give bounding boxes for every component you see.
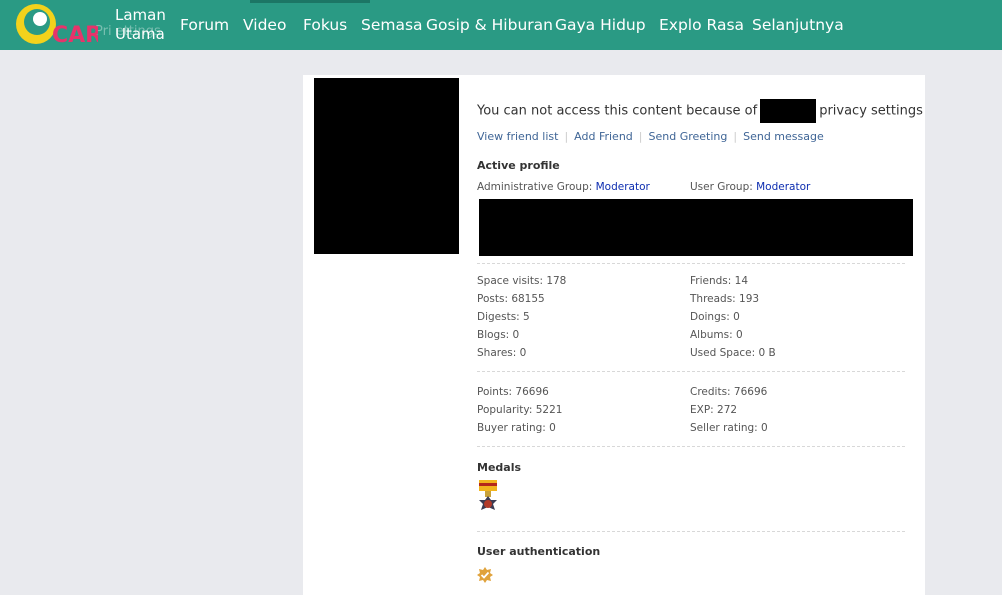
profile-actions: View friend list | Add Friend | Send Greetin… xyxy=(477,130,824,143)
action-separator: | xyxy=(733,130,738,143)
medals-title: Medals xyxy=(477,461,522,474)
admin-group: Administrative Group: Moderator xyxy=(477,181,650,193)
nav-semasa[interactable]: Semasa xyxy=(361,0,423,50)
stat-points: Points: 76696 xyxy=(477,386,549,398)
avatar xyxy=(314,78,459,254)
stat-friends: Friends: 14 xyxy=(690,275,748,287)
stat-exp: EXP: 272 xyxy=(690,404,738,416)
action-separator: | xyxy=(638,130,643,143)
nav-fokus[interactable]: Fokus xyxy=(303,0,347,50)
nav-explo-rasa[interactable]: Explo Rasa xyxy=(659,0,744,50)
user-group-link[interactable]: Moderator xyxy=(756,181,810,193)
medal-icon[interactable] xyxy=(477,480,499,516)
section-divider xyxy=(477,446,905,447)
stat-used-space: Used Space: 0 B xyxy=(690,347,776,359)
section-divider xyxy=(477,263,905,264)
privacy-text-after: privacy settings xyxy=(819,103,923,119)
nav-gosip-hiburan[interactable]: Gosip & Hiburan xyxy=(426,0,553,50)
admin-group-link[interactable]: Moderator xyxy=(596,181,650,193)
stat-seller-rating: Seller rating: 0 xyxy=(690,422,768,434)
verified-badge-icon[interactable] xyxy=(477,567,493,583)
stat-albums: Albums: 0 xyxy=(690,329,743,341)
user-group-label: User Group: xyxy=(690,181,753,193)
section-divider xyxy=(477,371,905,372)
stat-shares: Shares: 0 xyxy=(477,347,527,359)
stat-buyer-rating: Buyer rating: 0 xyxy=(477,422,556,434)
stat-doings: Doings: 0 xyxy=(690,311,740,323)
stat-blogs: Blogs: 0 xyxy=(477,329,520,341)
privacy-notice: You can not access this content because … xyxy=(477,99,923,123)
logo-letter-a: CARI xyxy=(52,23,98,46)
stat-popularity: Popularity: 5221 xyxy=(477,404,563,416)
profile-card: You can not access this content because … xyxy=(303,75,925,595)
stat-threads: Threads: 193 xyxy=(690,293,760,305)
admin-group-label: Administrative Group: xyxy=(477,181,593,193)
stat-digests: Digests: 5 xyxy=(477,311,530,323)
add-friend-link[interactable]: Add Friend xyxy=(574,130,633,143)
privacy-text-before: You can not access this content because … xyxy=(477,103,758,119)
view-friend-list-link[interactable]: View friend list xyxy=(477,130,558,143)
top-nav-bar: Pri ettings CARI Laman Utama Forum Video… xyxy=(0,0,1002,50)
cari-logo[interactable]: CARI xyxy=(14,2,98,46)
active-profile-title: Active profile xyxy=(477,159,560,172)
stat-posts: Posts: 68155 xyxy=(477,293,545,305)
user-group: User Group: Moderator xyxy=(690,181,810,193)
send-greeting-link[interactable]: Send Greeting xyxy=(649,130,728,143)
user-auth-title: User authentication xyxy=(477,545,601,558)
nav-video[interactable]: Video xyxy=(243,0,286,50)
send-message-link[interactable]: Send message xyxy=(743,130,824,143)
nav-gaya-hidup[interactable]: Gaya Hidup xyxy=(555,0,646,50)
redacted-block xyxy=(479,199,913,256)
nav-home-link[interactable]: Laman Utama xyxy=(115,6,175,44)
nav-forum[interactable]: Forum xyxy=(180,0,229,50)
section-divider xyxy=(477,531,905,532)
action-separator: | xyxy=(564,130,569,143)
redacted-username xyxy=(760,99,817,123)
nav-selanjutnya[interactable]: Selanjutnya xyxy=(752,0,844,50)
stat-space-visits: Space visits: 178 xyxy=(477,275,567,287)
stat-credits: Credits: 76696 xyxy=(690,386,768,398)
